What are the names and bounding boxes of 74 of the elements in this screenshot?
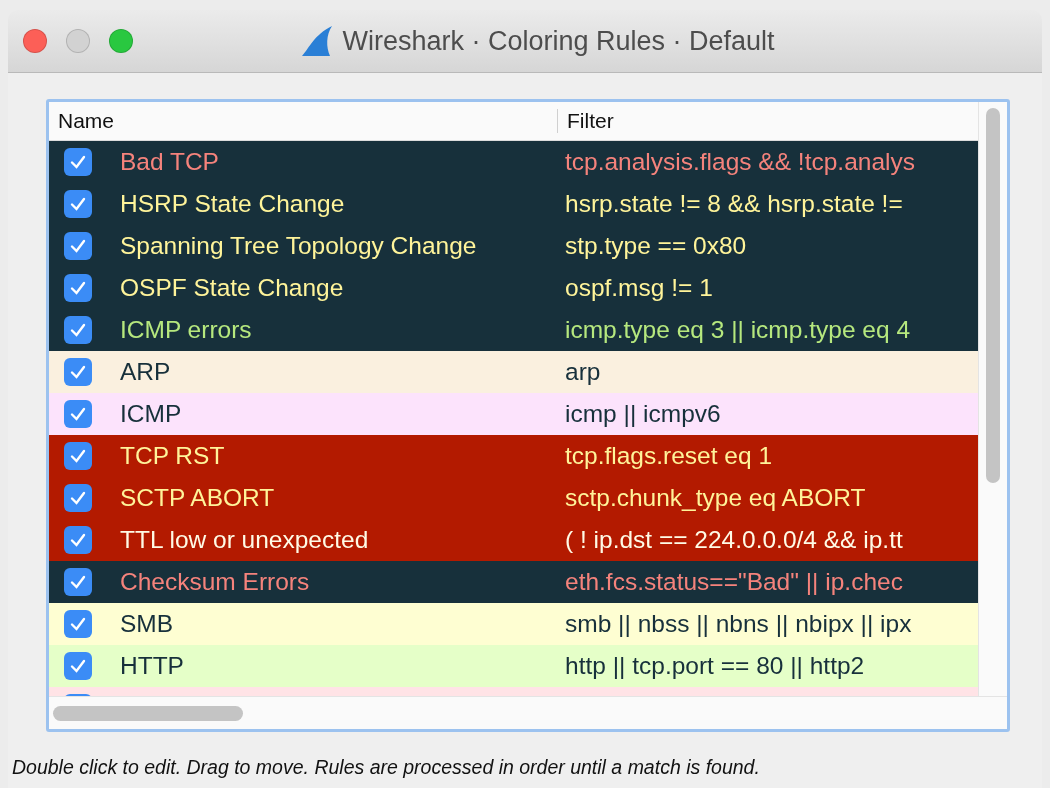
rule-row[interactable]: HTTP http || tcp.port == 80 || http2: [49, 645, 978, 687]
column-header[interactable]: Name: [49, 109, 557, 133]
check-icon: [69, 279, 87, 297]
rule-row[interactable]: Spanning Tree Topology Change stp.type == 0x80: [49, 225, 978, 267]
window-title: Wireshark · Coloring Rules · Default: [342, 25, 775, 57]
rule-name: ICMP: [120, 400, 183, 428]
rule-filter: arp: [565, 358, 601, 386]
rule-row[interactable]: ARP arp: [49, 351, 978, 393]
rule-name: Spanning Tree Topology Change: [120, 232, 478, 260]
rule-name: Checksum Errors: [120, 568, 311, 596]
rule-name: SCTP ABORT: [120, 484, 276, 512]
rule-name: SMB: [120, 610, 175, 638]
checkbox[interactable]: [64, 148, 92, 176]
check-icon: [69, 447, 87, 465]
rule-name: OSPF State Change: [120, 274, 345, 302]
check-icon: [69, 615, 87, 633]
rule-filter: icmp || icmpv6: [565, 400, 721, 428]
rule-row[interactable]: TTL low or unexpected ( ! ip.dst == 224.0.0.0/4 && ip.tt: [49, 519, 978, 561]
rule-row[interactable]: ICMP errors icmp.type eq 3 || icmp.type eq 4: [49, 309, 978, 351]
checkbox[interactable]: [64, 484, 92, 512]
rule-row[interactable]: TCP RST tcp.flags.reset eq 1: [49, 435, 978, 477]
rule-name: HSRP State Change: [120, 190, 346, 218]
checkbox[interactable]: [64, 274, 92, 302]
rule-filter: tcp.analysis.flags && !tcp.analys: [565, 148, 915, 176]
rule-filter: ospf.msg != 1: [565, 274, 713, 302]
column-header[interactable]: Filter: [557, 109, 977, 133]
rule-row[interactable]: ICMP icmp || icmpv6: [49, 393, 978, 435]
checkbox[interactable]: [64, 652, 92, 680]
hint-text: Double click to edit. Drag to move. Rules are processed in order until a match is found.: [12, 756, 761, 779]
vertical-scrollbar[interactable]: [978, 102, 1007, 696]
rule-row[interactable]: SMB smb || nbss || nbns || nbipx || ipx: [49, 603, 978, 645]
checkbox[interactable]: [64, 190, 92, 218]
rule-filter: http || tcp.port == 80 || http2: [565, 652, 865, 680]
rule-filter: smb || nbss || nbns || nbipx || ipx: [565, 610, 912, 638]
checkbox[interactable]: [64, 442, 92, 470]
checkbox[interactable]: [64, 526, 92, 554]
horizontal-scrollbar[interactable]: [49, 696, 1007, 729]
rule-row[interactable]: OSPF State Change ospf.msg != 1: [49, 267, 978, 309]
check-icon: [69, 573, 87, 591]
check-icon: [69, 657, 87, 675]
rule-name: TCP RST: [120, 442, 226, 470]
rule-filter: hsrp.state != 8 && hsrp.state !=: [565, 190, 903, 218]
rule-name: ARP: [120, 358, 172, 386]
rule-name: Bad TCP: [120, 148, 220, 176]
rule-filter: icmp.type eq 3 || icmp.type eq 4: [565, 316, 910, 344]
rule-filter: stp.type == 0x80: [565, 232, 747, 260]
check-icon: [69, 489, 87, 507]
check-icon: [69, 321, 87, 339]
rule-name: ICMP errors: [120, 316, 253, 344]
checkbox[interactable]: [64, 610, 92, 638]
check-icon: [69, 405, 87, 423]
check-icon: [69, 237, 87, 255]
rule-row[interactable]: Checksum Errors eth.fcs.status=="Bad" || ip.chec: [49, 561, 978, 603]
rule-row[interactable]: HSRP State Change hsrp.state != 8 && hsrp.state !=: [49, 183, 978, 225]
checkbox[interactable]: [64, 358, 92, 386]
check-icon: [69, 363, 87, 381]
rule-name: TTL low or unexpected: [120, 526, 370, 554]
rule-filter: eth.fcs.status=="Bad" || ip.chec: [565, 568, 903, 596]
rule-filter: tcp.flags.reset eq 1: [565, 442, 772, 470]
fin-icon: [300, 25, 335, 57]
zoom-button[interactable]: [109, 29, 133, 53]
checkbox[interactable]: [64, 316, 92, 344]
rule-filter: sctp.chunk_type eq ABORT: [565, 484, 866, 512]
rule-row[interactable]: Bad TCP tcp.analysis.flags && !tcp.analys: [49, 141, 978, 183]
check-icon: [69, 531, 87, 549]
rule-filter: ( ! ip.dst == 224.0.0.0/4 && ip.tt: [565, 526, 903, 554]
checkbox[interactable]: [64, 232, 92, 260]
rule-name: HTTP: [120, 652, 185, 680]
check-icon: [69, 153, 87, 171]
checkbox[interactable]: [64, 568, 92, 596]
check-icon: [69, 195, 87, 213]
close-button[interactable]: [23, 29, 47, 53]
checkbox[interactable]: [64, 400, 92, 428]
rule-row[interactable]: SCTP ABORT sctp.chunk_type eq ABORT: [49, 477, 978, 519]
